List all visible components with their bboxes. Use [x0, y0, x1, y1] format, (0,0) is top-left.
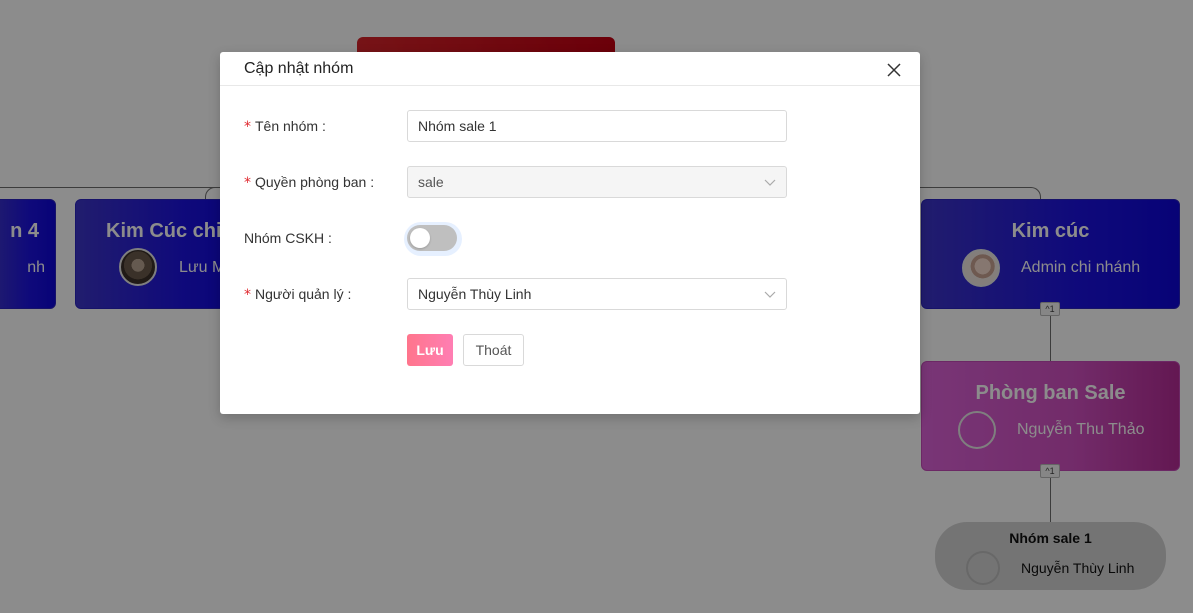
department-label: * Quyền phòng ban :: [244, 174, 374, 191]
cskh-label-text: Nhóm CSKH: [244, 230, 325, 246]
manager-label-text: Người quản lý: [255, 286, 344, 302]
department-select-value: sale: [418, 174, 444, 190]
dialog-title: Cập nhật nhóm: [244, 60, 354, 77]
department-row: * Quyền phòng ban : sale: [220, 166, 920, 200]
group-name-row: * Tên nhóm :: [220, 110, 920, 144]
label-colon: :: [328, 230, 332, 246]
required-marker: *: [244, 287, 251, 303]
manager-row: * Người quản lý : Nguyễn Thùy Linh: [220, 278, 920, 312]
update-group-dialog: Cập nhật nhóm *Tên nhóm : *Quyền phòng b…: [220, 52, 920, 414]
department-label-text: Quyền phòng ban: [255, 174, 367, 190]
group-name-label: * Tên nhóm :: [244, 118, 326, 135]
chevron-down-icon: [764, 291, 776, 298]
toggle-knob: [410, 228, 430, 248]
manager-select-value: Nguyễn Thùy Linh: [418, 286, 532, 302]
dialog-header: Cập nhật nhóm: [220, 52, 920, 86]
close-icon[interactable]: [886, 62, 902, 78]
cskh-label: Nhóm CSKH :: [244, 230, 332, 246]
cskh-toggle[interactable]: [407, 225, 457, 251]
manager-select[interactable]: Nguyễn Thùy Linh: [407, 278, 787, 310]
required-marker: *: [244, 175, 251, 191]
save-button[interactable]: Lưu: [407, 334, 453, 366]
label-colon: :: [321, 118, 326, 134]
group-name-label-text: Tên nhóm: [255, 118, 319, 134]
label-colon: :: [370, 174, 375, 190]
required-marker: *: [244, 119, 251, 135]
chevron-down-icon: [764, 179, 776, 186]
manager-label: * Người quản lý :: [244, 286, 351, 303]
exit-button[interactable]: Thoát: [463, 334, 524, 366]
cskh-row: Nhóm CSKH :: [220, 222, 920, 259]
group-name-input[interactable]: [407, 110, 787, 142]
label-colon: :: [347, 286, 352, 302]
department-select[interactable]: sale: [407, 166, 787, 198]
